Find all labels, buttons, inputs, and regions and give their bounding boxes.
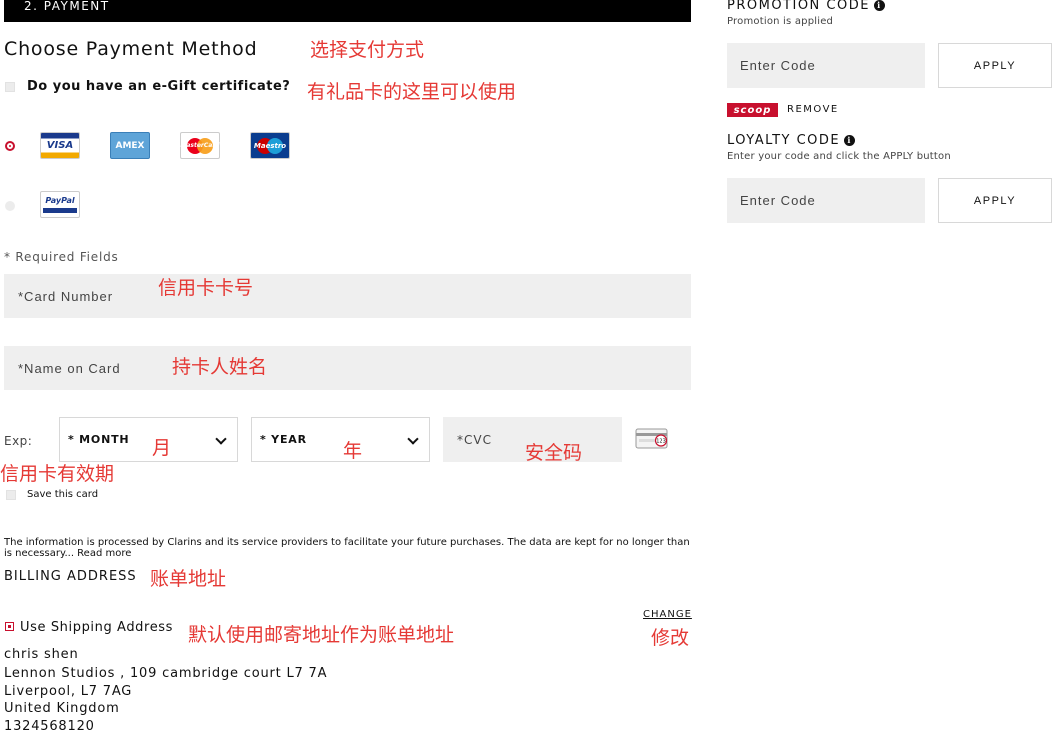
maestro-icon: Maestro [250, 132, 290, 159]
annotation-billing: 账单地址 [150, 568, 227, 590]
card-number-input[interactable] [4, 274, 691, 318]
billing-address-title: BILLING ADDRESS [4, 569, 137, 584]
annotation-change: 修改 [651, 627, 690, 649]
loyalty-code-label: LOYALTY CODE [727, 133, 841, 148]
amex-icon: AMEX [110, 132, 150, 159]
info-icon[interactable]: i [844, 135, 856, 146]
address-line: 1324568120 [4, 719, 95, 734]
loyalty-apply-button[interactable]: APPLY [938, 178, 1052, 223]
paypal-label: PayPal [45, 195, 75, 205]
year-select-label: * YEAR [260, 433, 307, 446]
privacy-disclaimer: The information is processed by Clarins … [4, 537, 690, 559]
chevron-down-icon [407, 433, 419, 445]
promotion-subtitle: Promotion is applied [727, 16, 834, 27]
annotation-use-shipping: 默认使用邮寄地址作为账单地址 [188, 624, 455, 646]
chevron-down-icon [215, 433, 227, 445]
use-shipping-label: Use Shipping Address [20, 620, 174, 635]
change-link[interactable]: CHANGE [643, 609, 692, 620]
annotation-payment-method: 选择支付方式 [310, 39, 425, 61]
promo-badge: scoop [727, 103, 778, 117]
remove-promo-link[interactable]: REMOVE [787, 104, 839, 115]
save-card-checkbox[interactable] [6, 490, 16, 500]
amex-label: AMEX [115, 140, 145, 151]
month-select-label: * MONTH [68, 433, 130, 446]
mastercard-icon: MasterCard [180, 132, 220, 159]
exp-label: Exp: [4, 434, 33, 448]
address-line: Liverpool, L7 7AG [4, 684, 133, 699]
loyalty-code-input[interactable] [727, 178, 925, 223]
visa-icon: VISA [40, 132, 80, 159]
use-shipping-checkbox[interactable] [5, 622, 14, 631]
address-line: United Kingdom [4, 701, 120, 716]
info-icon[interactable]: i [873, 0, 885, 11]
annotation-month: 月 [152, 437, 172, 459]
month-select[interactable]: * MONTH [59, 417, 238, 462]
cvc-card-icon: 123 [635, 428, 668, 449]
year-select[interactable]: * YEAR [251, 417, 430, 462]
cvc-icon-text: 123 [656, 439, 666, 445]
annotation-cvc: 安全码 [525, 442, 583, 464]
required-fields-note: * Required Fields [4, 250, 119, 264]
annotation-card-number: 信用卡卡号 [158, 277, 254, 299]
maestro-label: Maestro [253, 141, 287, 150]
loyalty-code-title: LOYALTY CODE i [727, 133, 856, 148]
step-bar: 2. PAYMENT [4, 0, 691, 22]
save-card-label: Save this card [27, 489, 99, 500]
card-method-radio[interactable] [5, 141, 15, 151]
annotation-year: 年 [343, 440, 363, 462]
annotation-gift-card: 有礼品卡的这里可以使用 [307, 81, 517, 103]
cvc-label: *CVC [457, 432, 492, 447]
paypal-icon: PayPal [40, 191, 80, 218]
annotation-cardholder: 持卡人姓名 [172, 356, 268, 378]
address-line: Lennon Studios , 109 cambridge court L7 … [4, 666, 328, 681]
egift-checkbox[interactable] [5, 82, 15, 92]
promotion-apply-button[interactable]: APPLY [938, 43, 1052, 88]
annotation-expiry: 信用卡有效期 [0, 463, 115, 485]
egift-label: Do you have an e-Gift certificate? [27, 79, 291, 94]
name-on-card-input[interactable] [4, 346, 691, 390]
promotion-code-title: PROMOTION CODE i [727, 0, 885, 13]
payment-method-title: Choose Payment Method [4, 38, 258, 60]
loyalty-subtitle: Enter your code and click the APPLY butt… [727, 151, 951, 162]
mastercard-label: MasterCard [180, 142, 220, 149]
step-label: 2. PAYMENT [24, 0, 110, 13]
visa-label: VISA [46, 140, 74, 151]
paypal-method-radio[interactable] [5, 201, 15, 211]
address-line: chris shen [4, 647, 79, 662]
promotion-code-label: PROMOTION CODE [727, 0, 870, 13]
promotion-code-input[interactable] [727, 43, 925, 88]
